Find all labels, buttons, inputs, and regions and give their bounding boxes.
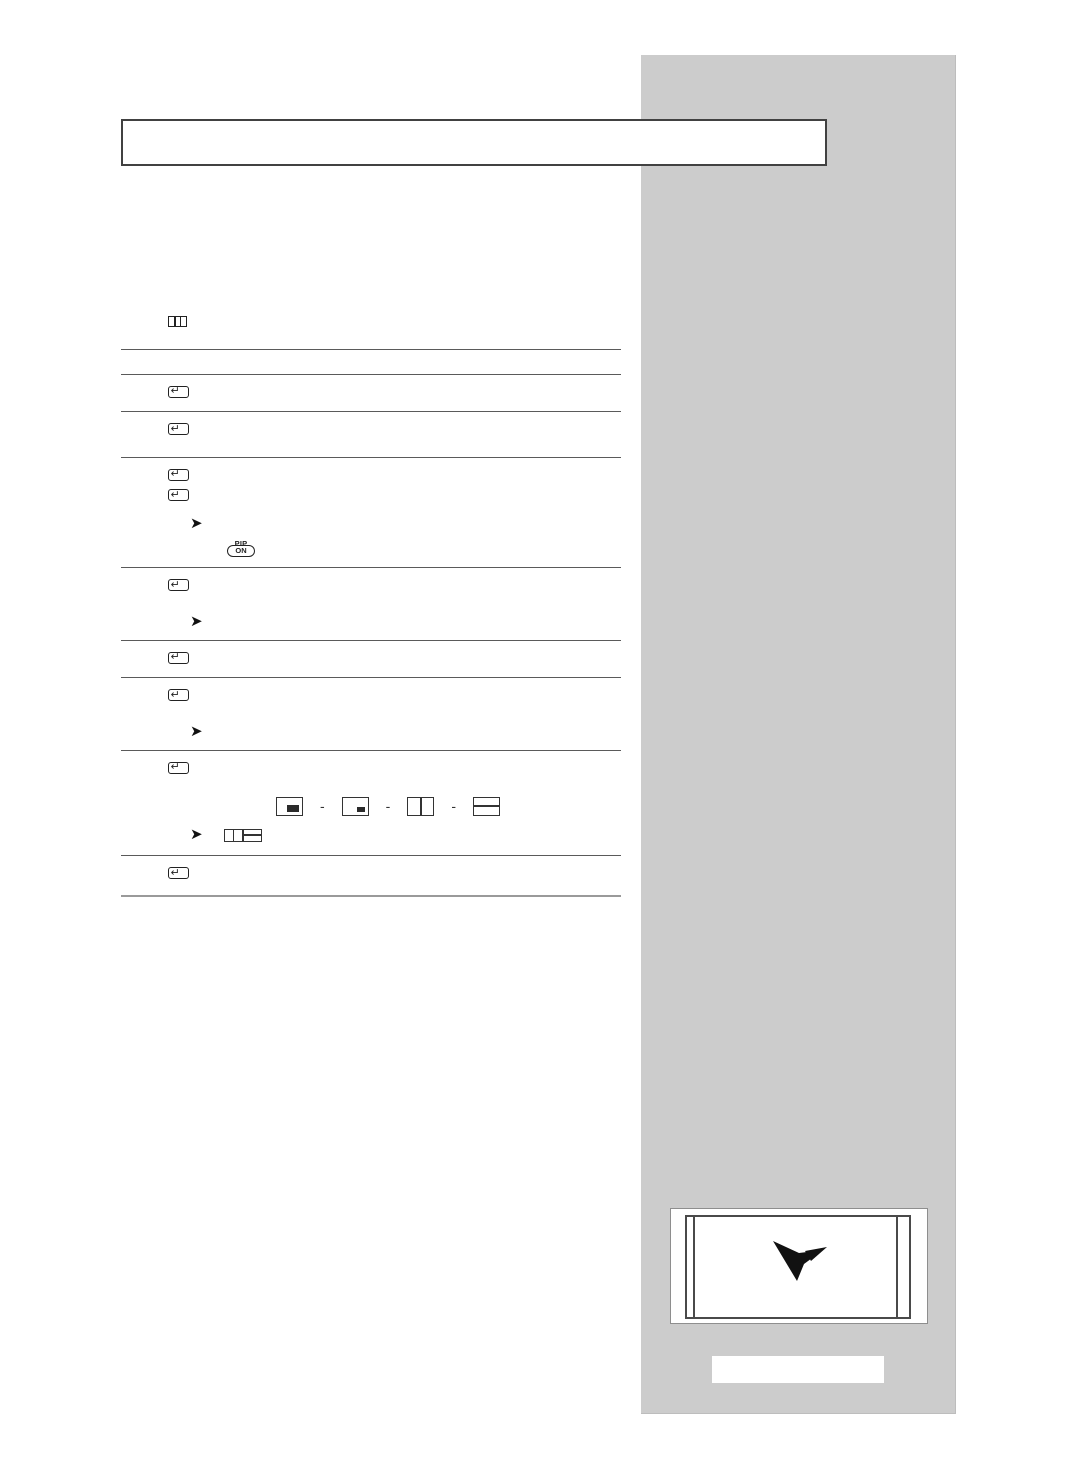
enter-icon: ↵: [168, 579, 189, 591]
enter-icon: ↵: [168, 385, 189, 398]
step-4: ↵: [121, 411, 621, 457]
step-5: ↵ ↵ ➤ PIP ON: [121, 456, 621, 568]
pip-size-double-vertical-icon: [407, 796, 435, 816]
separator-dash: -: [451, 798, 457, 814]
page-title-box: [121, 119, 827, 166]
menu-icon: [168, 316, 187, 327]
note-text: [224, 613, 621, 631]
step-3: ↵: [121, 373, 621, 412]
separator-dash: -: [385, 798, 391, 814]
remote-right-edge: [896, 1217, 903, 1317]
remote-body: [685, 1215, 911, 1319]
procedure-steps: ↵ ↵ ↵ ↵ ➤ PIP ON ↵ ➤ ↵ ↵ ➤ ↵ - - - ➤ ↵: [121, 304, 621, 907]
step-10: ↵: [121, 855, 621, 893]
pip-size-double-horizontal-icon: [243, 828, 262, 842]
step-9: ↵ - - - ➤: [121, 749, 621, 856]
pip-size-small-icon: [276, 796, 303, 816]
enter-icon: ↵: [168, 867, 189, 879]
step-2: [121, 348, 621, 374]
bullet-arrow-icon: ➤: [190, 514, 203, 532]
enter-icon: ↵: [168, 423, 189, 435]
pip-size-double-horizontal-icon: [473, 796, 501, 816]
step-7: ↵: [121, 639, 621, 678]
bullet-arrow-icon: ➤: [190, 722, 203, 740]
remote-control-illustration: [670, 1208, 928, 1324]
pip-size-option-icons: - - -: [276, 796, 621, 817]
step-6: ↵ ➤: [121, 567, 621, 640]
continued-label: [121, 897, 621, 907]
enter-icon: ↵: [168, 468, 189, 481]
bullet-arrow-icon: ➤: [190, 612, 203, 630]
pointer-arrow-icon: [773, 1241, 827, 1281]
enter-icon: ↵: [168, 761, 189, 774]
step-1: [121, 304, 621, 349]
enter-icon: ↵: [168, 689, 189, 701]
separator-dash: -: [320, 798, 325, 814]
pip-size-double-vertical-icon: [224, 828, 243, 842]
step-8: ↵ ➤: [121, 677, 621, 750]
pip-remote-key-icon: PIP ON: [224, 535, 258, 558]
bullet-arrow-icon: ➤: [190, 825, 203, 843]
page-footer: [712, 1356, 884, 1383]
remote-left-edge: [693, 1217, 700, 1317]
enter-icon: ↵: [168, 489, 189, 501]
pip-size-smaller-icon: [341, 796, 369, 816]
note-text: [224, 723, 621, 741]
enter-icon: ↵: [168, 651, 189, 664]
